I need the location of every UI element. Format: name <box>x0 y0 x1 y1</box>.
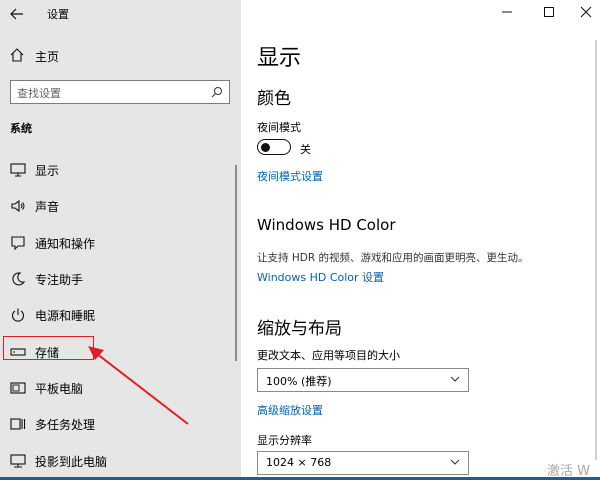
night-mode-state: 关 <box>300 143 311 156</box>
monitor-icon <box>10 163 26 177</box>
scale-value: 100% (推荐) <box>266 375 332 388</box>
color-section-heading: 颜色 <box>257 89 291 109</box>
sidebar-item-label: 通知和操作 <box>35 237 96 251</box>
scale-section-heading: 缩放与布局 <box>257 319 342 339</box>
hd-color-settings-link[interactable]: Windows HD Color 设置 <box>257 269 384 285</box>
window-title: 设置 <box>47 8 69 21</box>
resolution-label: 显示分辨率 <box>257 434 312 447</box>
toggle-knob <box>261 142 270 152</box>
search-icon[interactable] <box>211 86 223 98</box>
resolution-dropdown[interactable]: 1024 × 768 <box>257 451 469 475</box>
sidebar-item-label: 平板电脑 <box>35 382 84 396</box>
advanced-scale-link[interactable]: 高级缩放设置 <box>257 402 323 418</box>
tablet-icon <box>10 382 26 394</box>
chevron-down-icon <box>450 459 460 465</box>
notification-icon <box>11 236 25 251</box>
home-nav-item[interactable]: 主页 <box>0 44 232 66</box>
project-icon <box>10 454 26 468</box>
back-arrow-icon <box>10 8 23 20</box>
night-mode-label: 夜间模式 <box>257 121 301 134</box>
resolution-value: 1024 × 768 <box>266 456 332 469</box>
sidebar-item-power-sleep[interactable]: 电源和睡眠 <box>0 300 232 330</box>
sidebar-item-display[interactable]: 显示 <box>0 155 232 185</box>
sidebar-item-label: 显示 <box>35 164 60 178</box>
scale-label: 更改文本、应用等项目的大小 <box>257 349 400 362</box>
main-content: 显示 颜色 夜间模式 关 夜间模式设置 Windows HD Color 让支持… <box>241 0 600 480</box>
multitask-icon <box>10 418 26 430</box>
night-mode-toggle[interactable] <box>257 139 291 155</box>
sidebar-item-label: 声音 <box>35 200 60 214</box>
maximize-icon[interactable] <box>543 6 555 18</box>
home-label: 主页 <box>35 50 60 64</box>
search-box[interactable]: 查找设置 <box>10 80 230 104</box>
minimize-icon[interactable] <box>501 6 513 18</box>
search-input[interactable]: 查找设置 <box>17 85 61 101</box>
chevron-down-icon <box>450 376 460 382</box>
hd-color-description: 让支持 HDR 的视频、游戏和应用的画面更明亮、更生动。 <box>257 252 529 264</box>
night-mode-settings-link[interactable]: 夜间模式设置 <box>257 168 323 184</box>
scale-dropdown[interactable]: 100% (推荐) <box>257 368 469 392</box>
sidebar-scrollbar[interactable] <box>235 165 237 361</box>
sidebar-item-label: 投影到此电脑 <box>35 455 108 469</box>
sidebar-item-notifications[interactable]: 通知和操作 <box>0 228 232 258</box>
main-scrollbar[interactable] <box>595 40 597 460</box>
back-button[interactable] <box>6 6 28 22</box>
hd-color-heading: Windows HD Color <box>257 216 396 234</box>
page-title: 显示 <box>257 46 302 71</box>
sidebar-item-label: 电源和睡眠 <box>35 309 96 323</box>
home-icon <box>10 48 24 62</box>
speaker-icon <box>11 199 25 213</box>
sidebar-item-focus-assist[interactable]: 专注助手 <box>0 264 232 294</box>
section-label: 系统 <box>10 122 32 135</box>
sidebar-item-sound[interactable]: 声音 <box>0 191 232 221</box>
sidebar-item-label: 专注助手 <box>35 273 84 287</box>
sidebar-item-project[interactable]: 投影到此电脑 <box>0 446 232 476</box>
moon-icon <box>12 272 26 286</box>
close-icon[interactable] <box>580 6 592 18</box>
power-icon <box>11 308 25 322</box>
